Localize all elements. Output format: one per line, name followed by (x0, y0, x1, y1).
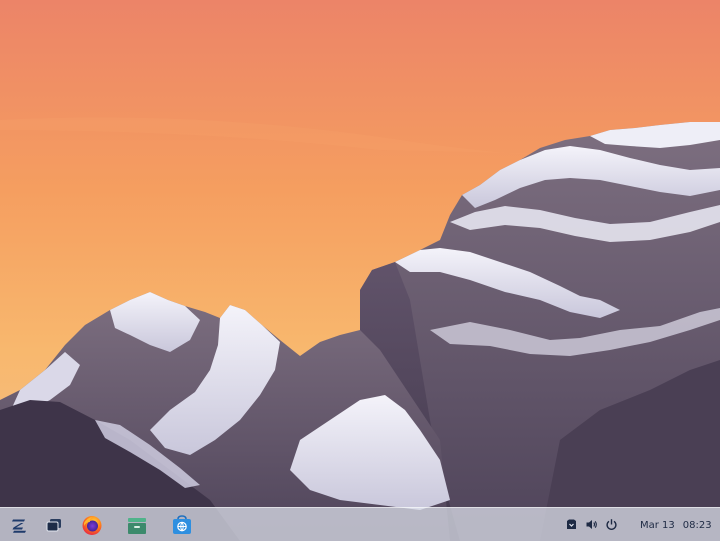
power-button[interactable] (603, 517, 619, 533)
zorin-menu-button[interactable] (7, 513, 31, 537)
zorin-logo-icon (9, 515, 29, 535)
desktop: Mar 13 08:23 (0, 0, 720, 541)
software-store-icon (171, 514, 193, 536)
show-desktop-button[interactable] (42, 513, 66, 537)
volume-icon (585, 516, 598, 535)
taskbar: Mar 13 08:23 (0, 507, 720, 541)
clock-date: Mar 13 (640, 519, 675, 531)
volume-button[interactable] (583, 517, 599, 533)
windows-overview-icon (45, 516, 63, 534)
files-button[interactable] (125, 513, 149, 537)
file-manager-icon (126, 514, 148, 536)
firefox-icon (81, 514, 103, 536)
firefox-button[interactable] (80, 513, 104, 537)
software-button[interactable] (170, 513, 194, 537)
power-icon (605, 516, 618, 535)
clock-button[interactable]: Mar 13 08:23 (640, 516, 712, 534)
notification-icon (565, 516, 578, 535)
notification-button[interactable] (563, 517, 579, 533)
clock-time: 08:23 (682, 519, 712, 531)
wallpaper (0, 0, 720, 541)
